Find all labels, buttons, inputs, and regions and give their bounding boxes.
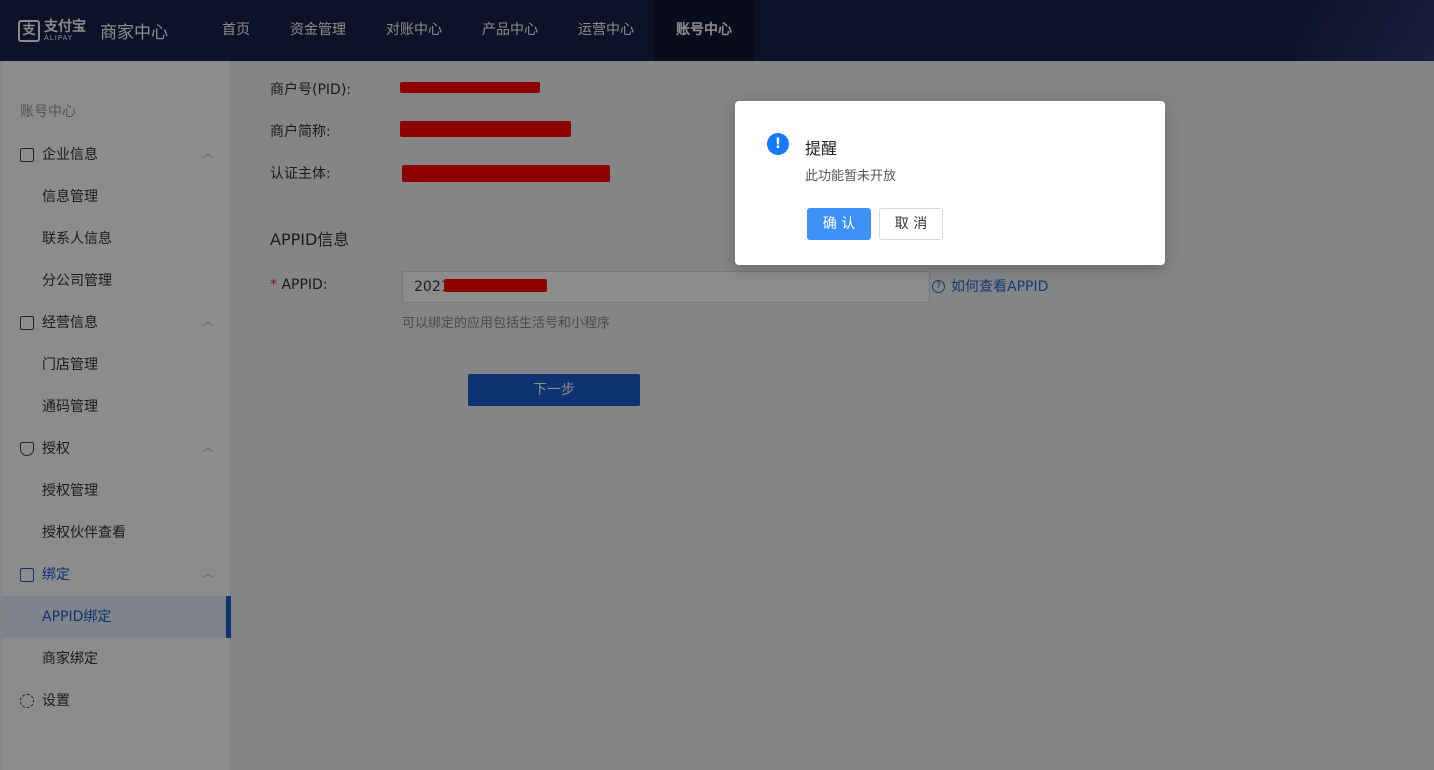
- info-icon: !: [767, 133, 789, 155]
- modal-content: 此功能暂未开放: [805, 169, 897, 184]
- cancel-button[interactable]: 取 消: [879, 208, 943, 240]
- confirm-modal: ! 提醒 此功能暂未开放 确 认 取 消: [735, 101, 1165, 265]
- confirm-button[interactable]: 确 认: [807, 208, 871, 240]
- modal-title: 提醒: [805, 139, 838, 158]
- modal-mask[interactable]: [0, 0, 1434, 770]
